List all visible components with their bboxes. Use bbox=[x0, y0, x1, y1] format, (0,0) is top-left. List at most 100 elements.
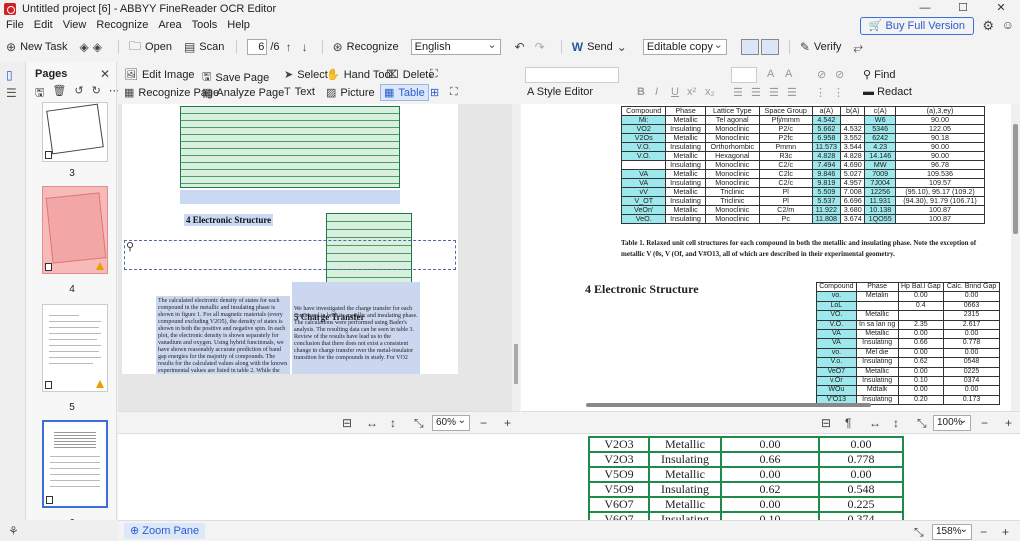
table-cell[interactable]: v.Or bbox=[816, 376, 857, 387]
table-cell[interactable]: 0.00 bbox=[943, 385, 1000, 396]
table-cell[interactable]: 0.10 bbox=[720, 511, 820, 520]
table-cell[interactable]: b(A) bbox=[840, 106, 866, 116]
account-icon[interactable]: ☺ bbox=[1002, 18, 1014, 32]
table-cell[interactable]: 0.00 bbox=[897, 291, 945, 302]
rotate-left-icon[interactable]: ↺ bbox=[74, 84, 83, 103]
unlink-icon[interactable]: ⊘ bbox=[835, 68, 844, 81]
italic-icon[interactable]: I bbox=[655, 86, 658, 98]
menu-tools[interactable]: Tools bbox=[192, 19, 218, 31]
table-cell[interactable]: Metalin bbox=[855, 291, 899, 302]
table-cell[interactable]: 0.00 bbox=[897, 347, 945, 359]
copy-mode-select[interactable]: Editable copy bbox=[642, 38, 727, 55]
menu-edit[interactable]: Edit bbox=[34, 19, 53, 31]
table-cell[interactable]: Insulating bbox=[648, 511, 722, 520]
table-cell[interactable]: Metallic bbox=[648, 436, 722, 453]
table-cell[interactable]: 0.00 bbox=[943, 329, 1000, 340]
table-cell[interactable]: VA bbox=[816, 329, 857, 340]
table-cell[interactable] bbox=[897, 310, 945, 321]
superscript-icon[interactable]: x² bbox=[687, 86, 696, 98]
list-view-icon[interactable]: ☰ bbox=[6, 86, 17, 100]
scan-button[interactable]: ▤ Scan bbox=[184, 40, 224, 54]
table-cell[interactable]: V5O9 bbox=[588, 481, 650, 498]
diagnostics-icon[interactable]: ⚘ bbox=[8, 524, 19, 538]
table-cell[interactable]: Mel die bbox=[855, 347, 899, 359]
verify-button[interactable]: ✎ Verify bbox=[800, 40, 842, 54]
pages-view-icon[interactable]: ▯ bbox=[6, 68, 13, 82]
decrease-font-icon[interactable]: A bbox=[785, 68, 792, 80]
text-area-left[interactable]: The calculated electronic density of sta… bbox=[156, 296, 290, 374]
table-cell[interactable]: 100.87 bbox=[894, 214, 986, 224]
layers-button[interactable]: ◈ ◈ bbox=[80, 40, 106, 54]
subscript-icon[interactable]: x₂ bbox=[705, 86, 715, 98]
table-cell[interactable]: 0.225 bbox=[818, 496, 904, 513]
zoom-pane-zoom-select[interactable]: 158% bbox=[932, 523, 972, 540]
table-cell[interactable]: vo. bbox=[816, 347, 857, 359]
close-pages-icon[interactable]: ✕ bbox=[100, 67, 110, 81]
increase-font-icon[interactable]: A bbox=[767, 68, 774, 80]
table-cell[interactable]: 0.00 bbox=[720, 496, 820, 513]
analyze-page-button[interactable]: ▦ Analyze Page bbox=[202, 86, 284, 100]
align-right-icon[interactable]: ☰ bbox=[769, 86, 779, 99]
table-cell[interactable]: 0663 bbox=[943, 300, 1000, 312]
next-error-button[interactable]: ⥂ bbox=[853, 40, 867, 55]
page-thumbnail-3[interactable] bbox=[42, 102, 108, 162]
fit-area-icon[interactable]: ⤡ bbox=[914, 525, 924, 540]
actual-size-icon[interactable]: ⤡ bbox=[917, 416, 927, 431]
table-cell[interactable]: 0.00 bbox=[720, 436, 820, 453]
table-cell[interactable]: Pc bbox=[758, 214, 813, 224]
table-cell[interactable]: V.O. bbox=[620, 151, 667, 161]
table-cell[interactable]: 0.00 bbox=[897, 385, 945, 396]
table-cell[interactable]: Mdtalk bbox=[855, 385, 899, 396]
align-center-icon[interactable]: ☰ bbox=[751, 86, 761, 99]
table-cell[interactable]: V2O3 bbox=[588, 436, 650, 453]
close-window-button[interactable]: ✕ bbox=[982, 0, 1020, 17]
next-page-button[interactable]: ↓ bbox=[302, 40, 312, 54]
select-tool-button[interactable]: ➤ Select bbox=[284, 68, 328, 82]
table-cell[interactable]: vo. bbox=[816, 291, 857, 302]
table-cell[interactable]: V2O3 bbox=[588, 451, 650, 468]
fit-width-icon[interactable]: ↔ bbox=[869, 416, 881, 430]
new-task-button[interactable]: ⊕ New Task bbox=[6, 40, 68, 54]
page-number-input[interactable]: 6 bbox=[247, 39, 268, 55]
table-cell[interactable]: 0.00 bbox=[897, 329, 945, 340]
zoom-out-icon[interactable]: − bbox=[480, 416, 487, 430]
table-area-1[interactable] bbox=[180, 106, 400, 188]
table-cell[interactable]: Phase bbox=[855, 281, 899, 293]
table-cell[interactable]: 2315 bbox=[943, 310, 1000, 321]
table-cell[interactable]: 0.00 bbox=[943, 347, 1000, 359]
menu-help[interactable]: Help bbox=[227, 19, 250, 31]
table-cell[interactable]: 3.674 bbox=[840, 214, 866, 224]
table-cell[interactable]: Calc. Bnnd Gap bbox=[943, 281, 1000, 293]
table-cell[interactable]: Metallic bbox=[648, 496, 722, 513]
table-cell[interactable]: 0.00 bbox=[818, 436, 904, 453]
page-image-view[interactable]: 4 Electronic Structure ⚲ The calculated … bbox=[118, 104, 520, 411]
table-cell[interactable]: 0.173 bbox=[943, 394, 1000, 406]
table-cell[interactable]: 0.00 bbox=[720, 466, 820, 483]
table-cell[interactable]: 0.778 bbox=[818, 451, 904, 468]
table-cell[interactable]: VO. bbox=[816, 310, 857, 321]
undo-button[interactable]: ↶ bbox=[515, 40, 529, 54]
table-cell[interactable]: Metallic bbox=[855, 329, 899, 340]
table-cell[interactable]: Insulating bbox=[855, 376, 899, 387]
text-area-right[interactable]: We have investigated the charge transfer… bbox=[292, 282, 420, 374]
table-cell[interactable]: V6O7 bbox=[588, 496, 650, 513]
zoom-in-icon[interactable]: + bbox=[504, 416, 511, 430]
table-cell[interactable]: In sa lan ng bbox=[855, 319, 899, 331]
font-size-select[interactable] bbox=[731, 67, 757, 83]
table-cell[interactable]: 1QO55 bbox=[864, 214, 896, 224]
background-picture-button[interactable]: ⊞ bbox=[430, 86, 443, 99]
bullet-list-icon[interactable]: ⋮ bbox=[833, 86, 844, 99]
underline-icon[interactable]: U bbox=[671, 86, 679, 98]
text-vscroll[interactable] bbox=[1011, 104, 1020, 411]
select-all-button[interactable]: ⛶ bbox=[450, 86, 462, 99]
table-cell[interactable]: Insulating bbox=[648, 481, 722, 498]
table-cell[interactable]: Compound bbox=[816, 281, 857, 293]
recognized-text-view[interactable]: Compound Phase Lattice Type Space Group a(A)… bbox=[521, 104, 1011, 411]
recognize-button[interactable]: ⊛ Recognize bbox=[333, 40, 399, 54]
zoom-pane-toggle[interactable]: ⊕ Zoom Pane bbox=[124, 523, 206, 539]
prev-page-button[interactable]: ↑ bbox=[286, 40, 296, 54]
menu-area[interactable]: Area bbox=[158, 19, 181, 31]
table-cell[interactable]: 0374 bbox=[943, 376, 1000, 387]
redact-button[interactable]: ▬ Redact bbox=[863, 86, 912, 98]
table-area-button[interactable]: ▦ Table bbox=[380, 84, 429, 101]
